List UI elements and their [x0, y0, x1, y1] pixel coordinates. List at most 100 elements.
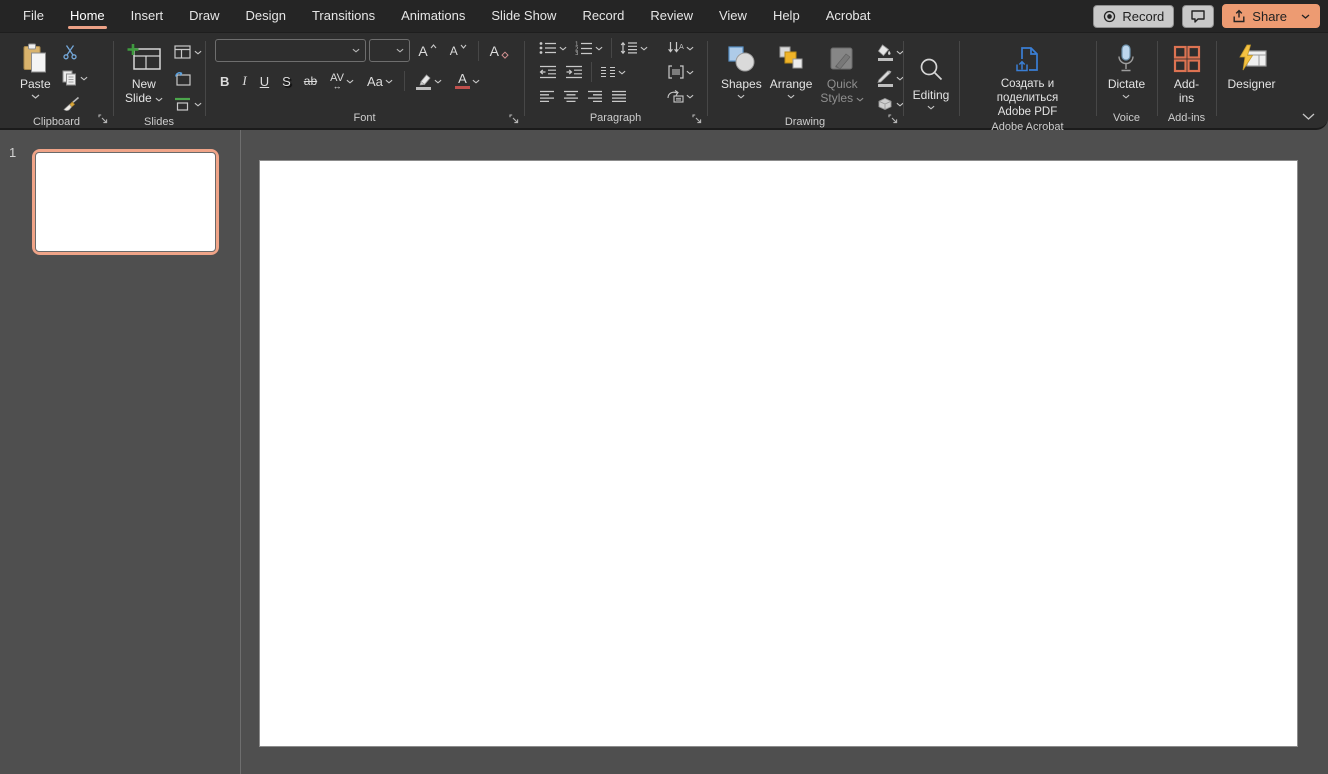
columns-button[interactable]	[597, 61, 629, 83]
increase-indent-button[interactable]	[562, 61, 586, 83]
menu-tab-draw[interactable]: Draw	[176, 0, 232, 32]
align-text-button[interactable]	[665, 61, 697, 83]
clear-formatting-button[interactable]: A	[485, 40, 514, 62]
clear-formatting-glyph: A	[490, 43, 499, 59]
editing-chevron-icon	[927, 105, 935, 110]
align-left-icon	[539, 90, 555, 103]
font-color-button[interactable]: A	[450, 70, 485, 92]
designer-label: Designer	[1227, 77, 1275, 91]
menu-tab-record[interactable]: Record	[569, 0, 637, 32]
add-ins-button[interactable]: Add-ins	[1163, 39, 1210, 107]
new-slide-label-line2: Slide	[125, 91, 152, 105]
ribbon-group-font: A A A B	[205, 33, 524, 128]
align-left-button[interactable]	[536, 85, 558, 107]
bold-button[interactable]: B	[215, 70, 234, 92]
strikethrough-button[interactable]: ab	[299, 70, 322, 92]
collapse-ribbon-chevron-icon[interactable]	[1302, 113, 1315, 121]
comment-icon	[1190, 9, 1206, 23]
bullets-button[interactable]	[536, 37, 570, 59]
slide-layout-icon	[174, 45, 191, 59]
menu-tab-slide-show[interactable]: Slide Show	[478, 0, 569, 32]
dictate-button[interactable]: Dictate	[1104, 39, 1149, 101]
clipboard-dialog-launcher[interactable]	[98, 114, 108, 124]
share-dropdown-chevron-icon[interactable]	[1301, 14, 1310, 19]
menu-tab-view[interactable]: View	[706, 0, 760, 32]
menu-tab-design[interactable]: Design	[233, 0, 299, 32]
shapes-button[interactable]: Shapes	[717, 39, 766, 101]
ribbon-group-add-ins: Add-ins Add-ins	[1157, 33, 1216, 128]
ribbon-group-editing: Editing	[903, 33, 959, 128]
text-highlight-color-button[interactable]	[411, 70, 447, 92]
arrange-icon	[777, 41, 805, 77]
menu-tab-animations[interactable]: Animations	[388, 0, 478, 32]
paragraph-dialog-launcher[interactable]	[692, 114, 702, 124]
convert-to-smartart-button[interactable]	[663, 85, 697, 107]
paste-dropdown-chevron-icon[interactable]	[31, 94, 40, 99]
menu-tab-file[interactable]: File	[10, 0, 57, 32]
arrange-button[interactable]: Arrange	[766, 39, 817, 101]
ribbon: Paste	[0, 32, 1328, 130]
copy-dropdown-chevron-icon[interactable]	[80, 76, 88, 81]
increase-indent-icon	[565, 65, 583, 79]
new-slide-dropdown-chevron-icon[interactable]	[155, 97, 163, 102]
decrease-font-size-glyph: A	[450, 44, 458, 58]
quick-styles-button[interactable]: Quick Styles	[816, 39, 868, 107]
font-name-select[interactable]	[215, 39, 366, 62]
numbering-button[interactable]: 123	[572, 37, 606, 59]
text-shadow-button[interactable]: S	[277, 70, 296, 92]
justify-button[interactable]	[608, 85, 630, 107]
cut-button[interactable]	[59, 41, 91, 63]
section-chevron-icon[interactable]	[194, 102, 202, 107]
font-dialog-launcher[interactable]	[509, 114, 519, 124]
menu-tab-home[interactable]: Home	[57, 0, 118, 32]
decrease-font-size-button[interactable]: A	[445, 40, 472, 62]
menu-bar: File Home Insert Draw Design Transitions…	[0, 0, 1328, 32]
menu-tab-insert[interactable]: Insert	[118, 0, 177, 32]
menu-tab-acrobat[interactable]: Acrobat	[813, 0, 884, 32]
slide-layout-button[interactable]	[171, 41, 205, 63]
drawing-dialog-launcher[interactable]	[888, 114, 898, 124]
slide-layout-chevron-icon[interactable]	[194, 50, 202, 55]
text-direction-button[interactable]: A	[664, 37, 697, 59]
paste-clipboard-icon	[22, 41, 48, 77]
shape-effects-icon	[877, 97, 893, 111]
comments-button[interactable]	[1182, 5, 1214, 28]
underline-button[interactable]: U	[255, 70, 274, 92]
section-button[interactable]	[171, 93, 205, 115]
paste-button[interactable]: Paste	[16, 39, 55, 101]
font-size-select[interactable]	[369, 39, 410, 62]
editing-button[interactable]: Editing	[909, 50, 954, 112]
menu-tab-transitions[interactable]: Transitions	[299, 0, 388, 32]
align-right-button[interactable]	[584, 85, 606, 107]
align-center-button[interactable]	[560, 85, 582, 107]
copy-button[interactable]	[59, 67, 91, 89]
reset-slide-button[interactable]	[171, 67, 205, 89]
microphone-icon	[1114, 41, 1138, 77]
slide-editing-surface[interactable]	[259, 160, 1298, 747]
format-painter-button[interactable]	[59, 93, 91, 115]
record-icon	[1103, 10, 1116, 23]
decrease-indent-button[interactable]	[536, 61, 560, 83]
font-group-label: Font	[353, 112, 375, 124]
designer-button[interactable]: Designer	[1223, 39, 1279, 93]
share-button[interactable]: Share	[1222, 4, 1320, 28]
numbering-icon: 123	[575, 41, 593, 55]
italic-button[interactable]: I	[237, 70, 251, 92]
ribbon-group-adobe-acrobat: Создать и поделиться Adobe PDF Adobe Acr…	[959, 33, 1096, 128]
change-case-glyph: Aa	[367, 74, 383, 89]
new-slide-icon	[126, 41, 162, 77]
line-spacing-button[interactable]	[617, 37, 651, 59]
copy-icon	[62, 70, 77, 86]
increase-font-size-button[interactable]: A	[413, 40, 441, 62]
new-slide-button[interactable]: New Slide	[121, 39, 167, 107]
change-case-button[interactable]: Aa	[362, 70, 398, 92]
record-button-label: Record	[1122, 9, 1164, 24]
bullets-icon	[539, 41, 557, 55]
menu-tab-help[interactable]: Help	[760, 0, 813, 32]
record-button[interactable]: Record	[1093, 5, 1174, 28]
slide-thumbnail-selected[interactable]	[32, 149, 219, 255]
create-and-share-adobe-pdf-button[interactable]: Создать и поделиться Adobe PDF	[965, 39, 1090, 121]
menu-tab-review[interactable]: Review	[637, 0, 706, 32]
reset-slide-icon	[174, 71, 191, 86]
character-spacing-button[interactable]: AV ↔	[325, 70, 359, 92]
